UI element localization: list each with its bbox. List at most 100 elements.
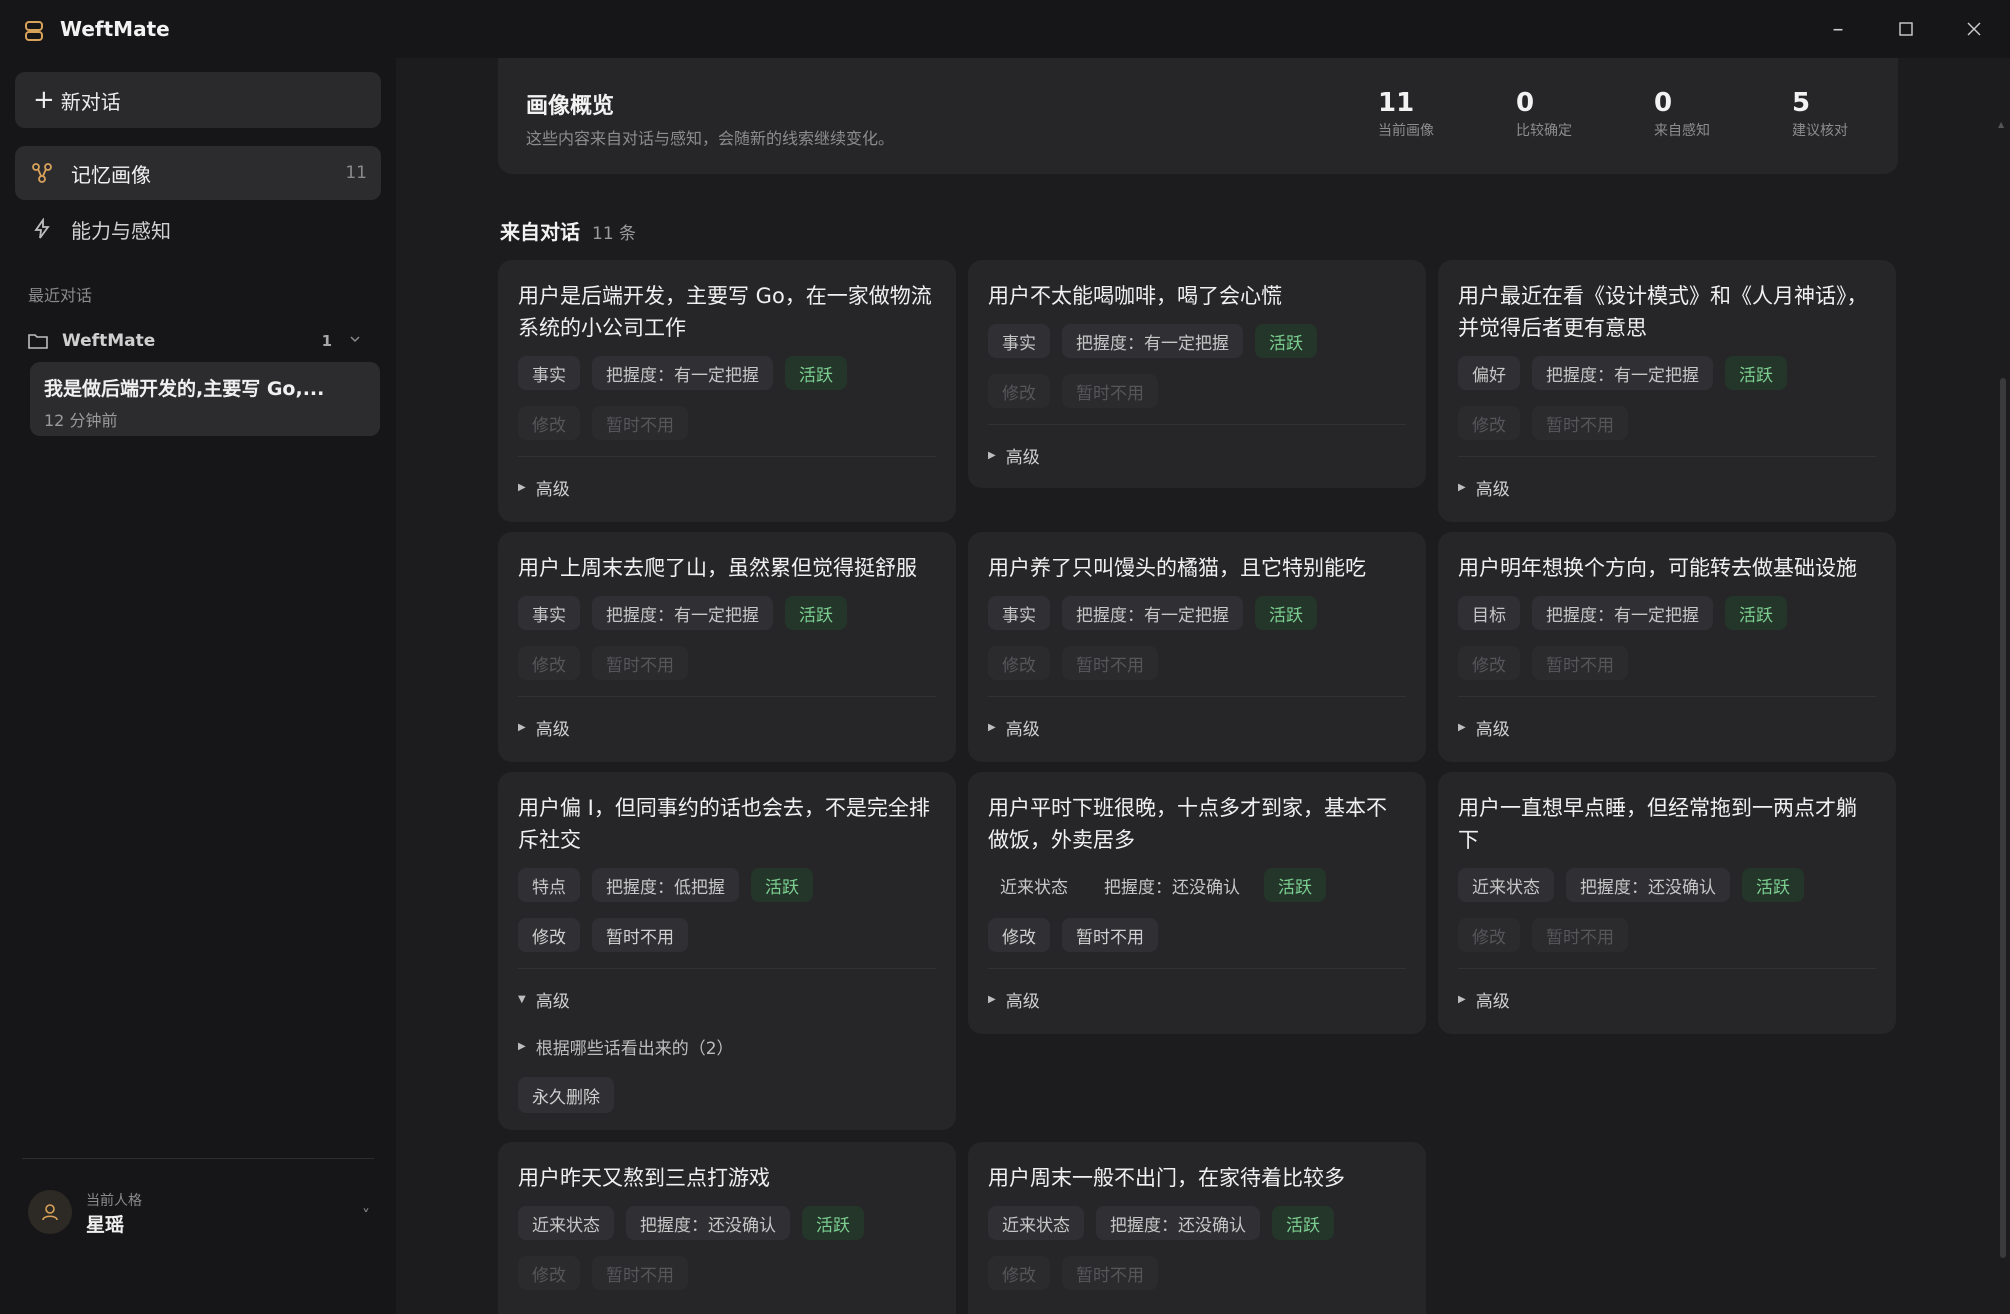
folder-weftmate[interactable]: WeftMate 1 [28,326,374,356]
edit-button[interactable]: 修改 [988,918,1050,952]
edit-button[interactable]: 修改 [988,374,1050,408]
recent-chat-item[interactable]: 我是做后端开发的,主要写 Go,... 12 分钟前 [30,362,380,436]
advanced-toggle[interactable]: ▼ 高级 [518,987,936,1012]
disable-button[interactable]: 暂时不用 [1062,1256,1158,1290]
advanced-label: 高级 [1475,992,1510,1012]
delete-forever-button[interactable]: 永久删除 [518,1077,614,1113]
disable-button[interactable]: 暂时不用 [1532,918,1628,952]
advanced-label: 高级 [1475,480,1510,500]
advanced-toggle[interactable]: ▶ 高级 [988,715,1406,740]
close-icon [1967,22,1981,36]
advanced-toggle[interactable]: ▶ 高级 [1458,987,1876,1012]
edit-button[interactable]: 修改 [1458,918,1520,952]
plus-icon: + [33,85,55,115]
minimize-button[interactable]: – [1818,12,1858,46]
caret-right-icon: ▶ [518,482,526,493]
sources-toggle[interactable]: ▶ 根据哪些话看出来的（2） [518,1034,936,1059]
persona-name: 星瑶 [86,1214,125,1236]
category-tag: 近来状态 [518,1206,614,1240]
caret-right-icon: ▶ [988,450,996,461]
advanced-toggle[interactable]: ▶ 高级 [518,715,936,740]
chevron-down-icon[interactable] [348,332,362,346]
divider [518,696,936,697]
maximize-button[interactable] [1886,12,1926,46]
disable-button[interactable]: 暂时不用 [1062,918,1158,952]
edit-button[interactable]: 修改 [988,646,1050,680]
section-title: 来自对话 [500,220,580,244]
advanced-toggle[interactable]: ▶ 高级 [1458,475,1876,500]
app-logo-icon [25,21,43,41]
confidence-tag: 把握度：还没确认 [1096,1206,1260,1240]
sidebar-item-abilities[interactable]: 能力与感知 [15,202,381,256]
scrollbar-thumb[interactable] [2000,378,2006,1258]
folder-icon [28,334,48,349]
edit-button[interactable]: 修改 [518,918,580,952]
new-chat-button[interactable]: + 新对话 [15,72,381,128]
edit-button[interactable]: 修改 [518,1256,580,1290]
persona-caption: 当前人格 [86,1193,142,1209]
disable-button[interactable]: 暂时不用 [592,918,688,952]
stat-value: 5 [1792,88,1811,118]
stat-label: 比较确定 [1516,123,1572,139]
persona-selector[interactable]: 当前人格 星瑶 ˅ [28,1186,378,1238]
confidence-tag: 把握度：有一定把握 [1532,596,1713,630]
edit-button[interactable]: 修改 [1458,406,1520,440]
chevron-down-icon: ˅ [362,1206,370,1225]
divider [1458,696,1876,697]
recent-chats-label: 最近对话 [28,286,93,305]
edit-button[interactable]: 修改 [518,646,580,680]
caret-right-icon: ▶ [518,1041,526,1052]
chat-title: 我是做后端开发的,主要写 Go,... [44,378,325,400]
memory-card: 用户是后端开发，主要写 Go，在一家做物流系统的小公司工作 事实 把握度：有一定… [498,260,956,522]
category-tag: 偏好 [1458,356,1520,390]
disable-button[interactable]: 暂时不用 [592,1256,688,1290]
advanced-toggle[interactable]: ▶ 高级 [1458,715,1876,740]
divider [988,696,1406,697]
status-badge: 活跃 [785,356,847,390]
disable-button[interactable]: 暂时不用 [1062,646,1158,680]
edit-button[interactable]: 修改 [1458,646,1520,680]
memory-card: 用户最近在看《设计模式》和《人月神话》，并觉得后者更有意思 偏好 把握度：有一定… [1438,260,1896,522]
divider [988,968,1406,969]
card-title: 用户平时下班很晚，十点多才到家，基本不做饭，外卖居多 [988,796,1387,852]
new-chat-label: 新对话 [60,89,121,114]
disable-button[interactable]: 暂时不用 [592,406,688,440]
confidence-tag: 把握度：还没确认 [1104,877,1240,898]
folder-name: WeftMate [62,331,156,351]
advanced-label: 高级 [535,992,570,1012]
advanced-label: 高级 [1005,992,1040,1012]
scroll-up-arrow[interactable]: ▲ [1998,120,2006,129]
settings-button[interactable]: 设置 [30,1308,112,1314]
sidebar-item-memory-profile[interactable]: 记忆画像 11 [15,146,381,200]
divider [518,456,936,457]
status-badge: 活跃 [1264,868,1326,902]
overview-title: 画像概览 [526,94,615,119]
status-badge: 活跃 [1725,596,1787,630]
close-button[interactable] [1954,12,1994,46]
advanced-toggle[interactable]: ▶ 高级 [988,443,1406,468]
category-tag: 近来状态 [1458,868,1554,902]
edit-button[interactable]: 修改 [988,1256,1050,1290]
category-tag: 事实 [518,596,580,630]
disable-button[interactable]: 暂时不用 [1532,406,1628,440]
title-bar: WeftMate – [0,0,2010,58]
stat-label: 来自感知 [1654,123,1710,139]
disable-button[interactable]: 暂时不用 [1532,646,1628,680]
category-tag: 近来状态 [1000,877,1068,898]
stat-label: 建议核对 [1792,123,1848,139]
category-tag: 近来状态 [988,1206,1084,1240]
caret-right-icon: ▶ [988,722,996,733]
advanced-toggle[interactable]: ▶ 高级 [518,475,936,500]
category-tag: 事实 [518,356,580,390]
memory-card: 用户一直想早点睡，但经常拖到一两点才躺下 近来状态 把握度：还没确认 活跃 修改… [1438,772,1896,1034]
confidence-tag: 把握度：低把握 [592,868,739,902]
caret-right-icon: ▶ [988,994,996,1005]
card-title: 用户是后端开发，主要写 Go，在一家做物流系统的小公司工作 [518,284,932,340]
disable-button[interactable]: 暂时不用 [592,646,688,680]
advanced-toggle[interactable]: ▶ 高级 [988,987,1406,1012]
edit-button[interactable]: 修改 [518,406,580,440]
advanced-label: 高级 [1475,720,1510,740]
disable-button[interactable]: 暂时不用 [1062,374,1158,408]
caret-right-icon: ▶ [1458,722,1466,733]
status-badge: 活跃 [1725,356,1787,390]
